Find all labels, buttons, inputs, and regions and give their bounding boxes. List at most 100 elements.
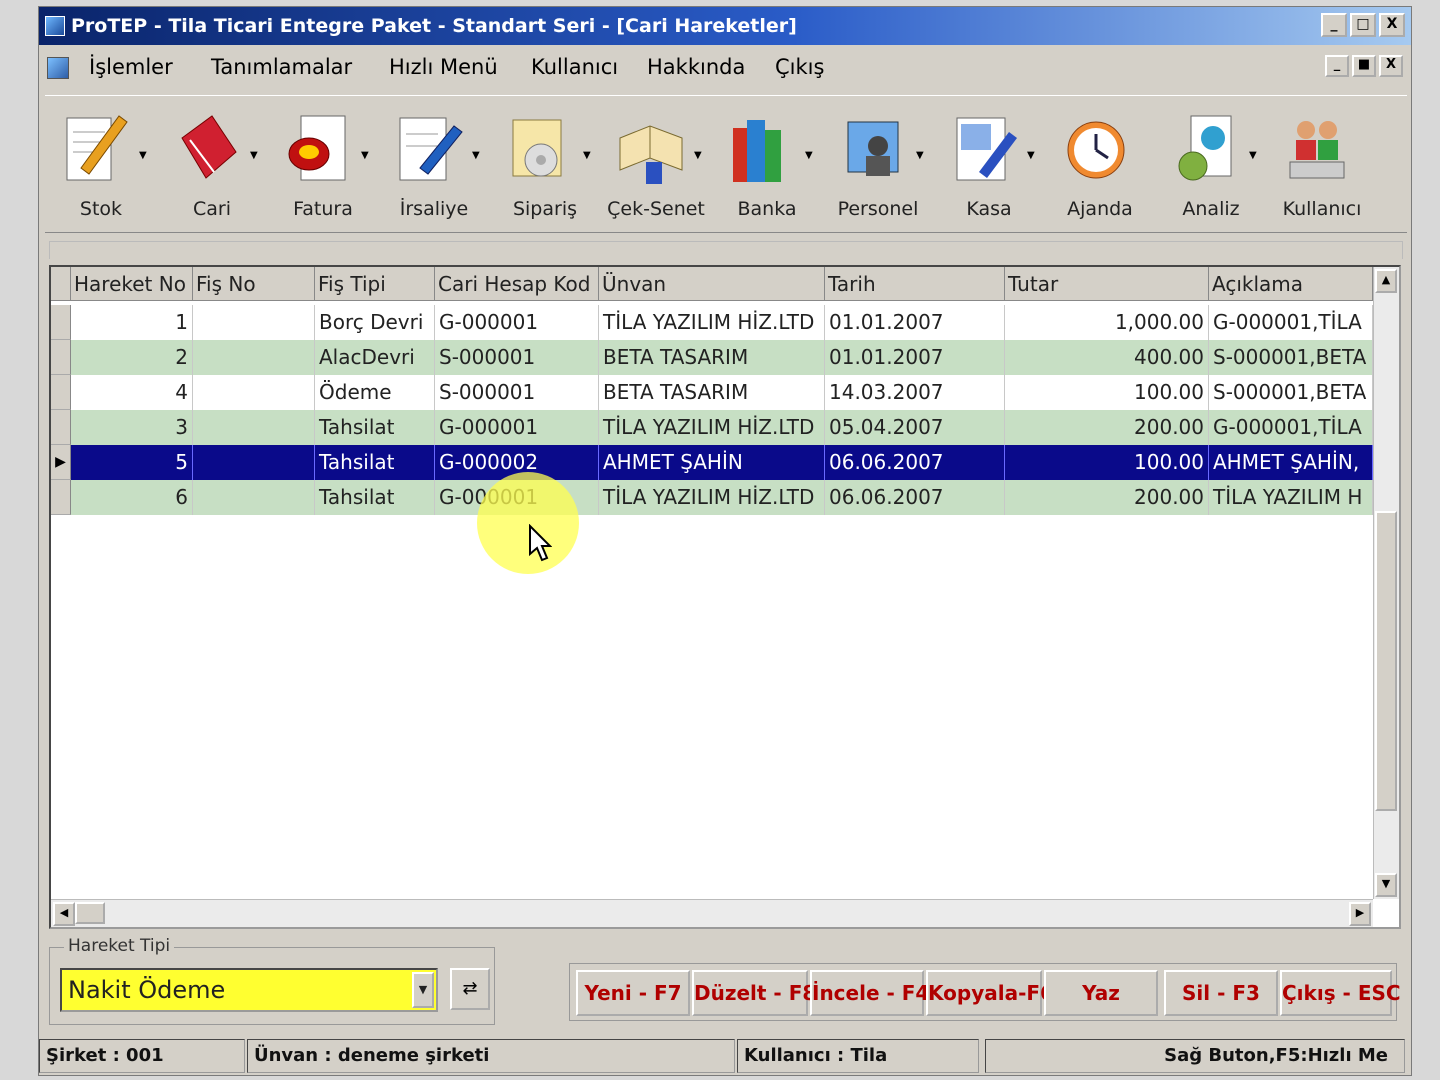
- column-header-tarih[interactable]: Tarih: [825, 267, 1005, 301]
- dropdown-arrow-icon[interactable]: ▼: [805, 150, 813, 161]
- menu-bar: İşlemler Tanımlamalar Hızlı Menü Kullanı…: [39, 49, 1411, 89]
- toolbar-kullanici[interactable]: Kullanıcı: [1266, 102, 1378, 228]
- child-window-controls: _ ■ X: [1325, 55, 1403, 77]
- hareket-tipi-value: Nakit Ödeme: [68, 976, 226, 1004]
- toolbar-label: Çek-Senet: [607, 198, 705, 220]
- column-header-aciklama[interactable]: Açıklama: [1209, 267, 1373, 301]
- grid-header: Hareket No Fiş No Fiş Tipi Cari Hesap Ko…: [51, 267, 1373, 301]
- title-bar[interactable]: ProTEP - Tila Ticari Entegre Paket - Sta…: [39, 7, 1411, 45]
- toolbar-label: Ajanda: [1067, 198, 1133, 220]
- toolbar-cek-senet[interactable]: ▼ Çek-Senet: [600, 102, 712, 228]
- toolbar-personel[interactable]: ▼ Personel: [822, 102, 934, 228]
- menu-hakkinda[interactable]: Hakkında: [647, 55, 745, 79]
- delete-button[interactable]: Sil - F3: [1164, 970, 1278, 1016]
- scroll-right-icon[interactable]: ▶: [1349, 902, 1371, 926]
- status-user: Kullanıcı : Tila: [737, 1039, 979, 1073]
- table-row[interactable]: 1 Borç Devri G-000001 TİLA YAZILIM HİZ.L…: [51, 305, 1373, 340]
- menu-cikis[interactable]: Çıkış: [775, 55, 824, 79]
- menu-tanimlamalar[interactable]: Tanımlamalar: [211, 55, 352, 79]
- row-indicator[interactable]: [51, 305, 71, 340]
- hareket-tipi-select[interactable]: Nakit Ödeme ▼: [60, 968, 438, 1012]
- dropdown-arrow-icon[interactable]: ▼: [1249, 150, 1257, 161]
- print-button[interactable]: Yaz: [1044, 970, 1158, 1016]
- toolbar-banka[interactable]: ▼ Banka: [711, 102, 823, 228]
- horizontal-scrollbar[interactable]: ◀ ▶: [51, 899, 1373, 927]
- toolbar-analiz[interactable]: ▼ Analiz: [1155, 102, 1267, 228]
- menu-kullanici[interactable]: Kullanıcı: [531, 55, 618, 79]
- vertical-scroll-thumb[interactable]: [1375, 511, 1397, 811]
- movements-grid[interactable]: Hareket No Fiş No Fiş Tipi Cari Hesap Ko…: [49, 265, 1401, 929]
- menu-hizli-menu[interactable]: Hızlı Menü: [389, 55, 498, 79]
- cell-hareket-no: 5: [71, 445, 193, 480]
- check-note-icon: [619, 125, 683, 184]
- row-indicator[interactable]: [51, 410, 71, 445]
- table-row[interactable]: 6 Tahsilat G-000001 TİLA YAZILIM HİZ.LTD…: [51, 480, 1373, 515]
- new-button[interactable]: Yeni - F7: [576, 970, 690, 1016]
- column-header-tutar[interactable]: Tutar: [1005, 267, 1209, 301]
- child-restore-button[interactable]: ■: [1352, 55, 1376, 77]
- document-icon[interactable]: [47, 57, 69, 79]
- minimize-button[interactable]: _: [1321, 13, 1347, 37]
- scroll-down-icon[interactable]: ▼: [1375, 873, 1397, 897]
- dropdown-arrow-icon[interactable]: ▼: [694, 150, 702, 161]
- table-row-selected[interactable]: ▶ 5 Tahsilat G-000002 AHMET ŞAHİN 06.06.…: [51, 445, 1373, 480]
- status-hint: Sağ Buton,F5:Hızlı Me: [985, 1039, 1405, 1073]
- dropdown-arrow-icon[interactable]: ▼: [583, 150, 591, 161]
- column-header-unvan[interactable]: Ünvan: [599, 267, 825, 301]
- cell-fis-no: [193, 375, 315, 410]
- dropdown-arrow-icon[interactable]: ▼: [139, 150, 147, 161]
- exit-button[interactable]: Çıkış - ESC: [1280, 970, 1401, 1016]
- row-indicator[interactable]: [51, 340, 71, 375]
- toolbar-stok[interactable]: ▼ Stok: [45, 102, 157, 228]
- toolbar-cari[interactable]: ▼ Cari: [156, 102, 268, 228]
- toolbar-kasa[interactable]: ▼ Kasa: [933, 102, 1045, 228]
- maximize-button[interactable]: □: [1350, 13, 1376, 37]
- table-row[interactable]: 2 AlacDevri S-000001 BETA TASARIM 01.01.…: [51, 340, 1373, 375]
- cell-tutar: 1,000.00: [1005, 305, 1209, 340]
- row-indicator[interactable]: [51, 480, 71, 515]
- dropdown-arrow-icon[interactable]: ▼: [1027, 150, 1035, 161]
- waybill-icon: [399, 117, 463, 181]
- inspect-button[interactable]: İncele - F4: [810, 970, 929, 1016]
- current-row-arrow-icon[interactable]: ▶: [51, 445, 71, 480]
- dropdown-arrow-icon[interactable]: ▼: [916, 150, 924, 161]
- toolbar-label: Cari: [193, 198, 231, 220]
- cell-tutar: 100.00: [1005, 445, 1209, 480]
- toolbar-label: Banka: [737, 198, 797, 220]
- column-header-cari-hesap-kod[interactable]: Cari Hesap Kod: [435, 267, 599, 301]
- close-button[interactable]: X: [1379, 13, 1405, 37]
- cell-hareket-no: 4: [71, 375, 193, 410]
- vertical-scrollbar[interactable]: ▲ ▼: [1373, 267, 1399, 899]
- dropdown-arrow-icon[interactable]: ▼: [250, 150, 258, 161]
- cell-unvan: TİLA YAZILIM HİZ.LTD: [599, 305, 825, 340]
- scroll-up-icon[interactable]: ▲: [1375, 269, 1397, 293]
- child-close-button[interactable]: X: [1379, 55, 1403, 77]
- toolbar-siparis[interactable]: ▼ Sipariş: [489, 102, 601, 228]
- toolbar-label: İrsaliye: [399, 198, 469, 220]
- cell-unvan: TİLA YAZILIM HİZ.LTD: [599, 480, 825, 515]
- row-indicator[interactable]: [51, 375, 71, 410]
- hareket-tipi-group: Hareket Tipi Nakit Ödeme ▼ ⇄: [49, 936, 495, 1025]
- refresh-button[interactable]: ⇄: [450, 968, 490, 1010]
- column-header-fis-no[interactable]: Fiş No: [193, 267, 315, 301]
- table-row[interactable]: 4 Ödeme S-000001 BETA TASARIM 14.03.2007…: [51, 375, 1373, 410]
- column-header-hareket-no[interactable]: Hareket No: [71, 267, 193, 301]
- horizontal-scroll-thumb[interactable]: [75, 902, 105, 924]
- toolbar-label: Analiz: [1182, 198, 1240, 220]
- chevron-down-icon[interactable]: ▼: [412, 972, 434, 1008]
- copy-button[interactable]: Kopyala-F6: [926, 970, 1054, 1016]
- dropdown-arrow-icon[interactable]: ▼: [472, 150, 480, 161]
- row-indicator-header: [51, 267, 71, 301]
- child-minimize-button[interactable]: _: [1325, 55, 1349, 77]
- menu-islemler[interactable]: İşlemler: [89, 55, 173, 79]
- column-header-fis-tipi[interactable]: Fiş Tipi: [315, 267, 435, 301]
- toolbar-irsaliye[interactable]: ▼ İrsaliye: [378, 102, 490, 228]
- cell-fis-no: [193, 445, 315, 480]
- toolbar-fatura[interactable]: ▼ Fatura: [267, 102, 379, 228]
- cell-cari-hesap-kod: G-000001: [435, 410, 599, 445]
- dropdown-arrow-icon[interactable]: ▼: [361, 150, 369, 161]
- scroll-left-icon[interactable]: ◀: [53, 902, 75, 926]
- edit-button[interactable]: Düzelt - F8: [692, 970, 816, 1016]
- table-row[interactable]: 3 Tahsilat G-000001 TİLA YAZILIM HİZ.LTD…: [51, 410, 1373, 445]
- toolbar-ajanda[interactable]: Ajanda: [1044, 102, 1156, 228]
